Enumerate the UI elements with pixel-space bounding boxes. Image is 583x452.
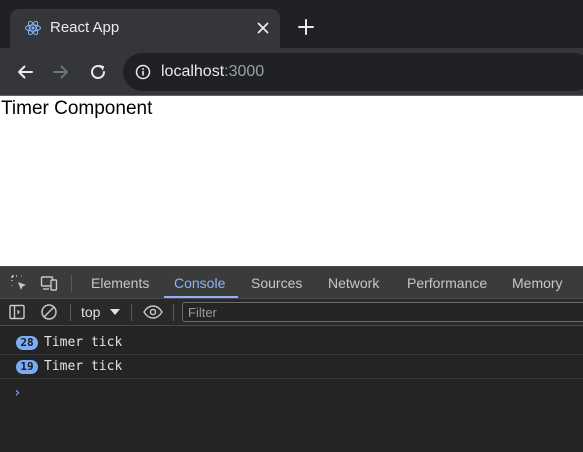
repeat-count-badge: 28	[16, 336, 38, 350]
page-heading: Timer Component	[1, 98, 153, 119]
devtools-tab-memory[interactable]: Memory	[512, 275, 563, 291]
devtools-tab-console[interactable]: Console	[174, 275, 225, 291]
console-message-text: Timer tick	[44, 335, 123, 350]
console-prompt-icon[interactable]: ›	[13, 385, 21, 401]
toolbar-divider	[173, 304, 174, 321]
devtools-tab-network[interactable]: Network	[328, 275, 379, 291]
console-message-text: Timer tick	[44, 359, 123, 374]
back-arrow-icon[interactable]	[15, 62, 35, 82]
console-toolbar: top	[0, 299, 583, 326]
info-icon[interactable]	[135, 64, 151, 80]
toolbar-divider	[131, 304, 132, 321]
address-bar[interactable]: localhost:3000	[123, 53, 583, 91]
eye-icon[interactable]	[142, 303, 164, 321]
tab-title: React App	[50, 19, 120, 36]
toolbar-divider	[70, 304, 71, 321]
console-filter-input[interactable]	[182, 302, 583, 322]
browser-tab[interactable]: React App	[10, 9, 280, 48]
url-host: localhost	[161, 63, 225, 80]
close-icon[interactable]	[254, 19, 272, 37]
browser-toolbar: localhost:3000	[0, 48, 583, 96]
console-message: 19 Timer tick	[0, 355, 583, 379]
devtools-tab-sources[interactable]: Sources	[251, 275, 302, 291]
tab-strip: React App	[0, 0, 583, 48]
device-toolbar-icon[interactable]	[40, 274, 58, 292]
console-sidebar-icon[interactable]	[8, 303, 26, 321]
inspect-element-icon[interactable]	[10, 274, 28, 292]
clear-console-icon[interactable]	[40, 303, 58, 321]
reload-icon[interactable]	[88, 62, 108, 82]
devtools-tab-bar: Elements Console Sources Network Perform…	[0, 266, 583, 299]
url-port: :3000	[224, 63, 265, 80]
console-message: 28 Timer tick	[0, 331, 583, 355]
devtools-panel: Elements Console Sources Network Perform…	[0, 266, 583, 452]
active-tab-indicator	[164, 296, 238, 298]
context-selector[interactable]: top	[81, 303, 100, 321]
devtools-tab-elements[interactable]: Elements	[91, 275, 149, 291]
react-logo-icon	[25, 20, 41, 36]
toolbar-divider	[71, 275, 72, 292]
page-viewport: Timer Component	[0, 96, 583, 266]
chevron-down-icon[interactable]	[110, 309, 120, 315]
devtools-tab-performance[interactable]: Performance	[407, 275, 487, 291]
browser-window: React App localhost:3000 Timer Component…	[0, 0, 583, 452]
url-text[interactable]: localhost:3000	[161, 63, 264, 81]
plus-icon[interactable]	[296, 17, 316, 37]
repeat-count-badge: 19	[16, 360, 38, 374]
forward-arrow-icon[interactable]	[51, 62, 71, 82]
